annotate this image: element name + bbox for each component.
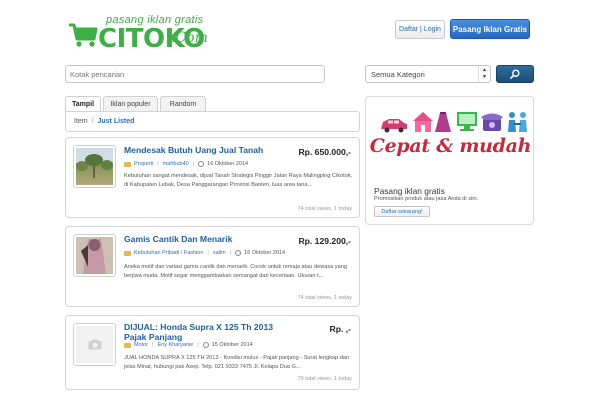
listing-price: Rp. ,- <box>329 324 351 334</box>
listing-description: Kebutuhan sangat mendesak, dijual Tanah … <box>124 173 353 188</box>
post-ad-button[interactable]: Pasang Iklan Gratis <box>450 19 530 39</box>
ad-slogan: Cepat & mudah <box>369 135 532 157</box>
listing-price: Rp. 129.200,- <box>298 236 351 246</box>
listing-date: 15 Oktober 2014 <box>211 342 253 348</box>
ad-title: Pasang iklan gratis <box>374 186 445 196</box>
listing-title[interactable]: Gamis Cantik Dan Menarik <box>124 234 284 244</box>
listing-category[interactable]: Kebutuhan Pribadi / Fashion <box>134 250 203 256</box>
dress-icon <box>435 112 451 132</box>
search-input[interactable] <box>65 65 325 83</box>
house-icon <box>413 112 433 132</box>
folder-icon <box>124 342 131 348</box>
people-icon <box>508 112 527 132</box>
breadcrumb-current: Just Listed <box>97 118 135 125</box>
tab-tampil[interactable]: Tampil <box>65 96 101 112</box>
listing-title[interactable]: DIJUAL: Honda Supra X 125 Th 2013 Pajak … <box>124 322 294 342</box>
listing-user[interactable]: mahbub40 <box>163 161 189 167</box>
listing-meta: Kebutuhan Pribadi / Fashion | salim | 16… <box>124 250 285 256</box>
listing-views: 79 total views, 1 today <box>297 376 352 382</box>
listing-user[interactable]: Eny Kharyanie <box>158 342 194 348</box>
breadcrumb: Item / Just Listed <box>65 111 360 132</box>
listing-category[interactable]: Motor <box>134 342 148 348</box>
tab-random[interactable]: Random <box>160 96 206 111</box>
tab-iklan-populer[interactable]: Iklan populer <box>103 96 158 111</box>
clock-icon <box>202 342 209 348</box>
clock-icon <box>198 161 205 167</box>
gamis-photo <box>76 237 113 274</box>
folder-icon <box>124 161 131 167</box>
listing-thumbnail[interactable] <box>73 323 116 366</box>
camera-placeholder-icon <box>88 339 101 350</box>
folder-icon <box>124 250 131 256</box>
register-now-button[interactable]: Daftar sekarang! <box>374 206 430 217</box>
listing-tabs: Tampil Iklan populer Random <box>65 96 208 112</box>
listing-thumbnail[interactable] <box>73 145 116 188</box>
listing-card: Mendesak Butuh Uang Jual Tanah Rp. 650.0… <box>65 137 360 218</box>
ad-subtitle: Promosikan produk atau jasa Anda di sini… <box>374 196 479 202</box>
listing-card: DIJUAL: Honda Supra X 125 Th 2013 Pajak … <box>65 315 360 390</box>
breadcrumb-item[interactable]: Item <box>74 118 88 125</box>
listing-date: 16 Oktober 2014 <box>207 161 249 167</box>
select-arrows-icon: ▲ ▼ <box>478 66 490 82</box>
listing-title[interactable]: Mendesak Butuh Uang Jual Tanah <box>124 145 284 155</box>
site-logo[interactable]: pasang iklan gratis CITOKO .Com <box>68 14 208 52</box>
car-icon <box>381 119 407 133</box>
listing-date: 16 Oktober 2014 <box>244 250 286 256</box>
breadcrumb-separator: / <box>91 118 94 125</box>
listing-meta: Properti | mahbub40 | 16 Oktober 2014 <box>124 161 248 167</box>
clock-icon <box>235 250 242 256</box>
search-button[interactable] <box>496 65 534 83</box>
listing-thumbnail[interactable] <box>73 234 116 277</box>
category-select[interactable]: Semua Kategori ▲ ▼ <box>365 65 491 83</box>
telephone-icon <box>481 113 503 131</box>
listing-user[interactable]: salim <box>213 250 226 256</box>
listing-views: 74 total views, 1 today <box>297 206 352 212</box>
listing-card: Gamis Cantik Dan Menarik Rp. 129.200,- K… <box>65 226 360 307</box>
logo-brand-suffix: .Com <box>171 30 208 46</box>
listing-price: Rp. 650.000,- <box>298 147 351 157</box>
land-photo <box>76 154 113 178</box>
shopping-cart-icon <box>69 23 98 47</box>
listing-meta: Motor | Eny Kharyanie | 15 Oktober 2014 <box>124 342 253 348</box>
computer-icon <box>457 112 477 131</box>
listing-description: Aneka motif dan variasi gamis cantik dan… <box>124 264 347 279</box>
sidebar-ad: Cepat & mudah Pasang iklan gratis Promos… <box>365 96 534 225</box>
ad-illustration <box>381 112 527 133</box>
category-select-value: Semua Kategori <box>371 69 425 79</box>
listing-category[interactable]: Properti <box>134 161 153 167</box>
search-icon <box>510 69 520 79</box>
login-button[interactable]: Daftar | Login <box>395 20 445 39</box>
listing-description: JUAL HONDA SUPRA X 125 TH 2013 - Kondisi… <box>124 355 350 370</box>
listing-views: 74 total views, 1 today <box>297 295 352 301</box>
